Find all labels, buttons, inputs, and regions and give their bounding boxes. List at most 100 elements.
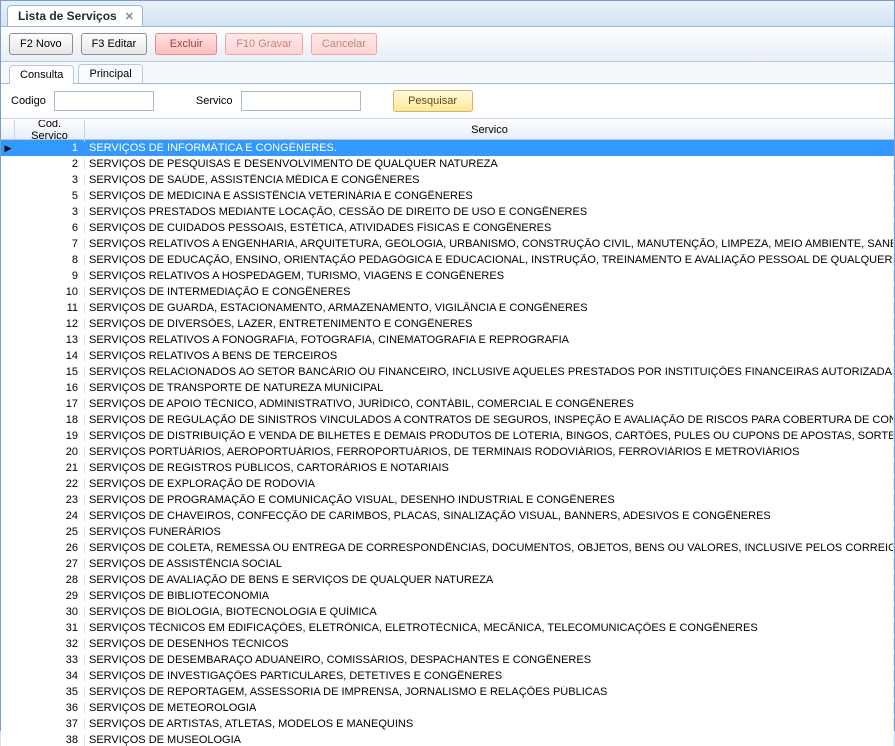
table-row[interactable]: 2SERVIÇOS DE PESQUISAS E DESENVOLVIMENTO… [1, 156, 894, 172]
table-row[interactable]: 35SERVIÇOS DE REPORTAGEM, ASSESSORIA DE … [1, 684, 894, 700]
table-row[interactable]: 9SERVIÇOS RELATIVOS A HOSPEDAGEM, TURISM… [1, 268, 894, 284]
excluir-button[interactable]: Excluir [155, 33, 217, 55]
row-code: 27 [15, 558, 85, 570]
table-row[interactable]: 14SERVIÇOS RELATIVOS A BENS DE TERCEIROS [1, 348, 894, 364]
row-desc: SERVIÇOS DE MUSEOLOGIA [85, 734, 894, 746]
row-code: 9 [15, 270, 85, 282]
table-row[interactable]: 3SERVIÇOS PRESTADOS MEDIANTE LOCAÇÃO, CE… [1, 204, 894, 220]
row-desc: SERVIÇOS DE METEOROLOGIA [85, 702, 894, 714]
grid-header-code[interactable]: Cod. Servico [15, 119, 85, 144]
filter-bar: Codigo Servico Pesquisar [1, 84, 894, 119]
table-row[interactable]: 31SERVIÇOS TÉCNICOS EM EDIFICAÇÕES, ELET… [1, 620, 894, 636]
table-row[interactable]: 17SERVIÇOS DE APOIO TÉCNICO, ADMINISTRAT… [1, 396, 894, 412]
sub-tabs: Consulta Principal [1, 62, 894, 84]
table-row[interactable]: 34SERVIÇOS DE INVESTIGAÇÕES PARTICULARES… [1, 668, 894, 684]
table-row[interactable]: 29SERVIÇOS DE BIBLIOTECONOMIA [1, 588, 894, 604]
cancelar-button[interactable]: Cancelar [311, 33, 377, 55]
row-code: 10 [15, 286, 85, 298]
row-desc: SERVIÇOS DE INVESTIGAÇÕES PARTICULARES, … [85, 670, 894, 682]
tab-principal[interactable]: Principal [78, 64, 142, 83]
row-desc: SERVIÇOS DE REGISTROS PÚBLICOS, CARTORÁR… [85, 462, 894, 474]
row-code: 5 [15, 190, 85, 202]
table-row[interactable]: 13SERVIÇOS RELATIVOS A FONOGRAFIA, FOTOG… [1, 332, 894, 348]
table-row[interactable]: 10SERVIÇOS DE INTERMEDIAÇÃO E CONGÊNERES [1, 284, 894, 300]
table-row[interactable]: 5SERVIÇOS DE MEDICINA E ASSISTÊNCIA VETE… [1, 188, 894, 204]
row-desc: SERVIÇOS DE PESQUISAS E DESENVOLVIMENTO … [85, 158, 894, 170]
table-row[interactable]: 22SERVIÇOS DE EXPLORAÇÃO DE RODOVIA [1, 476, 894, 492]
row-desc: SERVIÇOS DE DIVERSÕES, LAZER, ENTRETENIM… [85, 318, 894, 330]
row-desc: SERVIÇOS DE EDUCAÇÃO, ENSINO, ORIENTAÇÃO… [85, 254, 894, 266]
servico-input[interactable] [241, 91, 361, 111]
row-desc: SERVIÇOS RELATIVOS A ENGENHARIA, ARQUITE… [85, 238, 894, 250]
row-desc: SERVIÇOS DE REPORTAGEM, ASSESSORIA DE IM… [85, 686, 894, 698]
table-row[interactable]: 3SERVIÇOS DE SAÚDE, ASSISTÊNCIA MÉDICA E… [1, 172, 894, 188]
row-desc: SERVIÇOS DE APOIO TÉCNICO, ADMINISTRATIV… [85, 398, 894, 410]
table-row[interactable]: 11SERVIÇOS DE GUARDA, ESTACIONAMENTO, AR… [1, 300, 894, 316]
table-row[interactable]: 15SERVIÇOS RELACIONADOS AO SETOR BANCÁRI… [1, 364, 894, 380]
row-desc: SERVIÇOS DE GUARDA, ESTACIONAMENTO, ARMA… [85, 302, 894, 314]
row-desc: SERVIÇOS RELATIVOS A HOSPEDAGEM, TURISMO… [85, 270, 894, 282]
row-code: 22 [15, 478, 85, 490]
table-row[interactable]: 19SERVIÇOS DE DISTRIBUIÇÃO E VENDA DE BI… [1, 428, 894, 444]
window-tab-bar: Lista de Serviços ✕ [1, 1, 894, 27]
table-row[interactable]: 25SERVIÇOS FUNERÁRIOS [1, 524, 894, 540]
table-row[interactable]: 30SERVIÇOS DE BIOLOGIA, BIOTECNOLOGIA E … [1, 604, 894, 620]
row-desc: SERVIÇOS RELACIONADOS AO SETOR BANCÁRIO … [85, 366, 894, 378]
row-desc: SERVIÇOS DE INFORMÁTICA E CONGÊNERES. [85, 142, 894, 154]
row-desc: SERVIÇOS DE ASSISTÊNCIA SOCIAL [85, 558, 894, 570]
table-row[interactable]: 28SERVIÇOS DE AVALIAÇÃO DE BENS E SERVIÇ… [1, 572, 894, 588]
row-code: 7 [15, 238, 85, 250]
row-desc: SERVIÇOS FUNERÁRIOS [85, 526, 894, 538]
pesquisar-button[interactable]: Pesquisar [393, 90, 473, 112]
table-row[interactable]: 36SERVIÇOS DE METEOROLOGIA [1, 700, 894, 716]
table-row[interactable]: 1SERVIÇOS DE INFORMÁTICA E CONGÊNERES. [1, 140, 894, 156]
table-row[interactable]: 32SERVIÇOS DE DESENHOS TÉCNICOS [1, 636, 894, 652]
tab-consulta[interactable]: Consulta [9, 65, 74, 84]
editar-button[interactable]: F3 Editar [81, 33, 148, 55]
window-title: Lista de Serviços [18, 9, 117, 23]
table-row[interactable]: 27SERVIÇOS DE ASSISTÊNCIA SOCIAL [1, 556, 894, 572]
row-desc: SERVIÇOS RELATIVOS A FONOGRAFIA, FOTOGRA… [85, 334, 894, 346]
window-tab-active[interactable]: Lista de Serviços ✕ [7, 5, 143, 26]
table-row[interactable]: 8SERVIÇOS DE EDUCAÇÃO, ENSINO, ORIENTAÇÃ… [1, 252, 894, 268]
row-code: 17 [15, 398, 85, 410]
row-code: 26 [15, 542, 85, 554]
grid-indicator-col [1, 120, 15, 139]
table-row[interactable]: 16SERVIÇOS DE TRANSPORTE DE NATUREZA MUN… [1, 380, 894, 396]
table-row[interactable]: 23SERVIÇOS DE PROGRAMAÇÃO E COMUNICAÇÃO … [1, 492, 894, 508]
row-code: 11 [15, 302, 85, 314]
table-row[interactable]: 26SERVIÇOS DE COLETA, REMESSA OU ENTREGA… [1, 540, 894, 556]
table-row[interactable]: 33SERVIÇOS DE DESEMBARAÇO ADUANEIRO, COM… [1, 652, 894, 668]
table-row[interactable]: 20SERVIÇOS PORTUÁRIOS, AEROPORTUÁRIOS, F… [1, 444, 894, 460]
row-desc: SERVIÇOS PRESTADOS MEDIANTE LOCAÇÃO, CES… [85, 206, 894, 218]
row-desc: SERVIÇOS DE PROGRAMAÇÃO E COMUNICAÇÃO VI… [85, 494, 894, 506]
gravar-button[interactable]: F10 Gravar [225, 33, 303, 55]
row-code: 3 [15, 206, 85, 218]
row-code: 34 [15, 670, 85, 682]
table-row[interactable]: 37SERVIÇOS DE ARTISTAS, ATLETAS, MODELOS… [1, 716, 894, 732]
table-row[interactable]: 24SERVIÇOS DE CHAVEIROS, CONFECÇÃO DE CA… [1, 508, 894, 524]
codigo-label: Codigo [11, 95, 46, 107]
table-row[interactable]: 21SERVIÇOS DE REGISTROS PÚBLICOS, CARTOR… [1, 460, 894, 476]
table-row[interactable]: 38SERVIÇOS DE MUSEOLOGIA [1, 732, 894, 746]
table-row[interactable]: 6SERVIÇOS DE CUIDADOS PESSOAIS, ESTÉTICA… [1, 220, 894, 236]
grid-body[interactable]: 1SERVIÇOS DE INFORMÁTICA E CONGÊNERES.2S… [1, 140, 894, 746]
row-desc: SERVIÇOS DE AVALIAÇÃO DE BENS E SERVIÇOS… [85, 574, 894, 586]
row-code: 37 [15, 718, 85, 730]
grid-header-desc[interactable]: Servico [85, 122, 894, 138]
table-row[interactable]: 18SERVIÇOS DE REGULAÇÃO DE SINISTROS VIN… [1, 412, 894, 428]
table-row[interactable]: 7SERVIÇOS RELATIVOS A ENGENHARIA, ARQUIT… [1, 236, 894, 252]
row-code: 23 [15, 494, 85, 506]
table-row[interactable]: 12SERVIÇOS DE DIVERSÕES, LAZER, ENTRETEN… [1, 316, 894, 332]
codigo-input[interactable] [54, 91, 154, 111]
servico-label: Servico [196, 95, 233, 107]
row-code: 15 [15, 366, 85, 378]
row-code: 13 [15, 334, 85, 346]
row-desc: SERVIÇOS DE CUIDADOS PESSOAIS, ESTÉTICA,… [85, 222, 894, 234]
row-desc: SERVIÇOS DE BIOLOGIA, BIOTECNOLOGIA E QU… [85, 606, 894, 618]
close-icon[interactable]: ✕ [125, 10, 134, 23]
novo-button[interactable]: F2 Novo [9, 33, 73, 55]
toolbar: F2 Novo F3 Editar Excluir F10 Gravar Can… [1, 27, 894, 62]
row-code: 32 [15, 638, 85, 650]
row-code: 2 [15, 158, 85, 170]
